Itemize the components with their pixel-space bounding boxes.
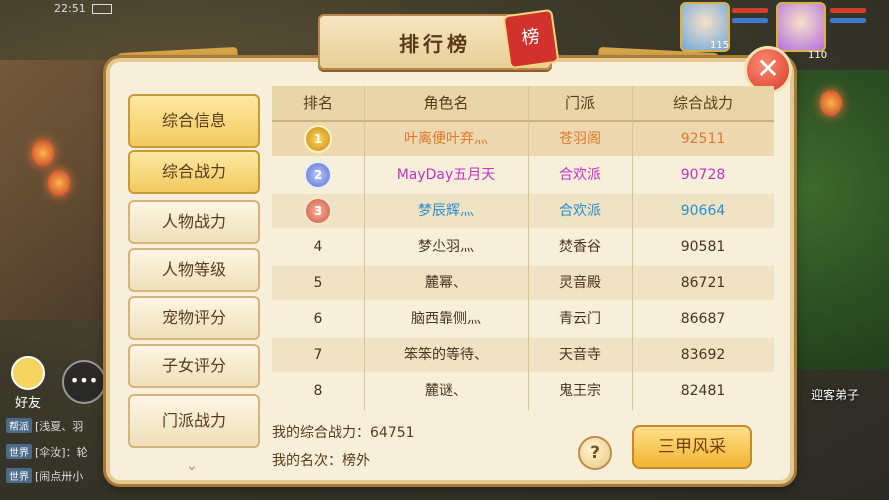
rank-cell: 8 — [313, 383, 323, 399]
header-name: 角色名 — [423, 94, 469, 112]
sidebar-item-overview[interactable]: 综合信息 — [128, 94, 260, 148]
lantern-icon — [32, 140, 54, 166]
table-row[interactable]: 1 叶离便叶弃灬 苍羽阁 92511 — [272, 122, 774, 156]
power-cell: 90664 — [680, 203, 726, 219]
smiley-icon — [11, 356, 45, 390]
mp-bar — [830, 18, 866, 23]
name-cell: 梦辰辉灬 — [418, 203, 474, 219]
chat-channel-tag: 世界 — [6, 468, 32, 483]
top-three-button[interactable]: 三甲风采 — [632, 425, 752, 469]
chat-text: [浅夏、羽 — [35, 420, 84, 433]
column-divider — [632, 86, 633, 410]
sidebar-item-character-level[interactable]: 人物等级 — [128, 248, 260, 292]
table-row[interactable]: 5 麓幂、 灵音殿 86721 — [272, 266, 774, 300]
name-cell: 脑西靠侧灬 — [411, 311, 481, 327]
power-cell: 82481 — [680, 383, 726, 399]
avatar-level: 115 — [710, 40, 730, 51]
table-row[interactable]: 2 MayDay五月天 合欢派 90728 — [272, 158, 774, 192]
mp-bar — [732, 18, 768, 23]
chat-channel-tag: 帮派 — [6, 418, 32, 433]
chat-button[interactable]: ••• — [62, 360, 106, 404]
my-rank-text: 我的名次：榜外 — [272, 453, 370, 469]
table-row[interactable]: 3 梦辰辉灬 合欢派 90664 — [272, 194, 774, 228]
battery-icon — [92, 4, 112, 14]
chat-line: 世界 [闹点卅小 — [6, 468, 83, 484]
gold-medal-icon: 1 — [304, 125, 332, 153]
power-cell: 92511 — [680, 131, 726, 147]
header-power: 综合战力 — [672, 94, 733, 112]
name-cell: 梦尐羽灬 — [418, 239, 474, 255]
rank-cell: 7 — [313, 347, 323, 363]
ranking-seal-icon: 榜 — [502, 8, 560, 70]
chat-text: [伞汝]：轮 — [35, 446, 88, 459]
team-avatar-2[interactable] — [776, 2, 826, 52]
hp-bar — [830, 8, 866, 13]
npc-name-label: 迎客弟子 — [810, 388, 859, 402]
sidebar-item-pet-score[interactable]: 宠物评分 — [128, 296, 260, 340]
lantern-icon — [820, 90, 842, 116]
name-cell: 麓谜、 — [425, 383, 467, 399]
power-cell: 83692 — [680, 347, 726, 363]
table-row[interactable]: 7 笨笨的等待、 天音寺 83692 — [272, 338, 774, 372]
column-divider — [528, 86, 529, 410]
sect-cell: 苍羽阁 — [559, 131, 601, 147]
table-header: 排名 角色名 门派 综合战力 — [272, 86, 774, 122]
rank-cell: 6 — [313, 311, 323, 327]
header-rank: 排名 — [302, 94, 333, 112]
chat-text: [闹点卅小 — [35, 470, 84, 483]
power-cell: 90581 — [680, 239, 726, 255]
hp-bar — [732, 8, 768, 13]
rank-cell: 3 — [272, 194, 364, 228]
sidebar-item-child-score[interactable]: 子女评分 — [128, 344, 260, 388]
sect-cell: 灵音殿 — [559, 275, 601, 291]
status-time: 22:51 — [54, 2, 86, 15]
silver-medal-icon: 2 — [304, 161, 332, 189]
power-cell: 90728 — [680, 167, 726, 183]
my-power-text: 我的综合战力：64751 — [272, 425, 415, 441]
name-cell: 麓幂、 — [425, 275, 467, 291]
name-cell: 叶离便叶弃灬 — [404, 131, 488, 147]
name-cell: MayDay五月天 — [396, 167, 496, 183]
lantern-icon — [48, 170, 70, 196]
sect-cell: 青云门 — [559, 311, 601, 327]
rank-cell: 4 — [313, 239, 323, 255]
sidebar-item-total-power[interactable]: 综合战力 — [128, 150, 260, 194]
power-cell: 86687 — [680, 311, 726, 327]
table-row[interactable]: 6 脑西靠侧灬 青云门 86687 — [272, 302, 774, 336]
rank-cell: 2 — [272, 158, 364, 192]
chat-ellipsis-icon: ••• — [69, 371, 99, 390]
table-row[interactable]: 4 梦尐羽灬 焚香谷 90581 — [272, 230, 774, 264]
friends-button[interactable]: 好友 — [8, 356, 48, 411]
chat-line: 帮派 [浅夏、羽 — [6, 418, 83, 434]
chat-line: 世界 [伞汝]：轮 — [6, 444, 88, 460]
sidebar-item-sect-power[interactable]: 门派战力 — [128, 394, 260, 448]
header-sect: 门派 — [564, 94, 595, 112]
help-button[interactable]: ? — [578, 436, 612, 470]
chat-channel-tag: 世界 — [6, 444, 32, 459]
avatar-level: 110 — [808, 50, 828, 61]
column-divider — [364, 86, 365, 410]
power-cell: 86721 — [680, 275, 726, 291]
rank-cell: 5 — [313, 275, 323, 291]
chevron-down-icon[interactable]: ⌄ — [186, 458, 198, 474]
sidebar-item-character-power[interactable]: 人物战力 — [128, 200, 260, 244]
sect-cell: 合欢派 — [559, 167, 601, 183]
sect-cell: 鬼王宗 — [559, 383, 601, 399]
sect-cell: 焚香谷 — [559, 239, 601, 255]
bronze-medal-icon: 3 — [304, 197, 332, 225]
table-row[interactable]: 8 麓谜、 鬼王宗 82481 — [272, 374, 774, 408]
rank-cell: 1 — [272, 122, 364, 156]
friends-label: 好友 — [14, 396, 41, 411]
sect-cell: 合欢派 — [559, 203, 601, 219]
sect-cell: 天音寺 — [559, 347, 601, 363]
name-cell: 笨笨的等待、 — [404, 347, 488, 363]
